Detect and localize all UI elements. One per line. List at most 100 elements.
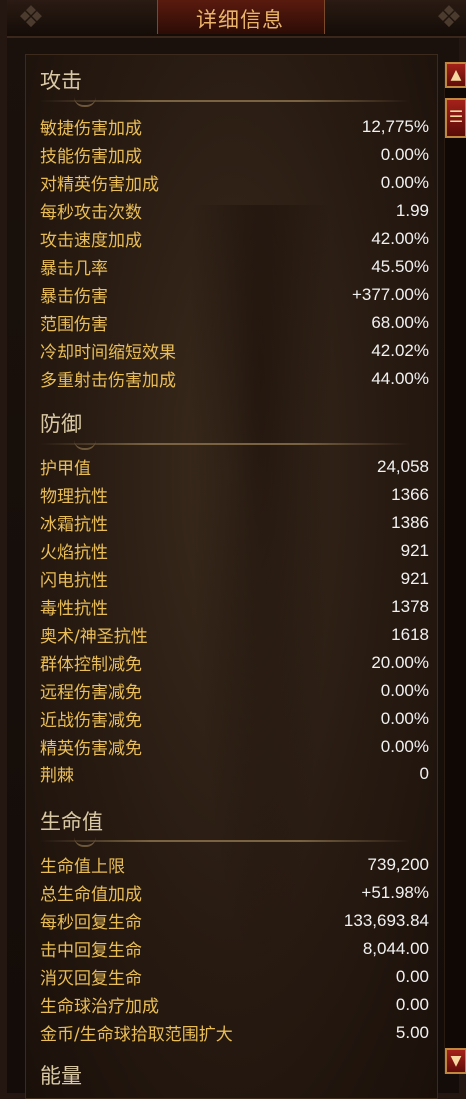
stat-value: 0.00 — [395, 994, 429, 1014]
stat-label: 多重射击伤害加成 — [40, 371, 176, 391]
stat-value: 1366 — [391, 484, 429, 504]
stat-value: 1.99 — [395, 200, 429, 220]
stat-value: 133,693.84 — [343, 910, 429, 930]
details-window: ❖ 详细信息 ❖ 攻击 敏捷伤害加成 12,775% 技能伤害加成 0.00% 对精… — [0, 0, 466, 1099]
window-title: 详细信息 — [196, 8, 284, 32]
stat-label: 远程伤害减免 — [40, 683, 142, 703]
stat-label: 总生命值加成 — [40, 885, 142, 905]
stat-row: 精英伤害减免 0.00% — [40, 733, 429, 760]
section-title-attack: 攻击 — [40, 69, 82, 93]
stat-row: 荆棘 0 — [40, 760, 429, 787]
stat-row: 生命球治疗加成 0.00 — [40, 991, 429, 1018]
stat-value: 921 — [400, 540, 429, 560]
stat-row: 金币/生命球拾取范围扩大 5.00 — [40, 1019, 429, 1046]
stat-value: 5.00 — [395, 1022, 429, 1042]
stat-label: 冷却时间缩短效果 — [40, 343, 176, 363]
stat-value: 0.00% — [380, 680, 429, 700]
stat-label: 每秒攻击次数 — [40, 203, 142, 223]
stat-row: 多重射击伤害加成 44.00% — [40, 365, 429, 392]
stat-value: 45.50% — [371, 256, 429, 276]
stat-value: 68.00% — [371, 312, 429, 332]
stat-label: 奥术/神圣抗性 — [40, 627, 148, 647]
stat-label: 毒性抗性 — [40, 599, 108, 619]
stat-label: 冰霜抗性 — [40, 515, 108, 535]
stat-value: 42.02% — [371, 340, 429, 360]
stat-value: 739,200 — [367, 854, 429, 874]
stat-value: 921 — [400, 568, 429, 588]
stat-label: 近战伤害减免 — [40, 711, 142, 731]
stat-label: 精英伤害减免 — [40, 739, 142, 759]
stat-value: 20.00% — [371, 652, 429, 672]
scrollbar[interactable]: ▲ ☰ ▼ — [444, 62, 466, 1074]
stat-value: 0 — [419, 763, 429, 783]
stat-value: 0.00% — [380, 172, 429, 192]
stat-value: 0.00% — [380, 144, 429, 164]
stat-label: 生命值上限 — [40, 857, 125, 877]
stat-value: 1386 — [391, 512, 429, 532]
stat-label: 对精英伤害加成 — [40, 175, 159, 195]
stat-row: 群体控制减免 20.00% — [40, 649, 429, 676]
stat-row: 毒性抗性 1378 — [40, 593, 429, 620]
stat-row: 技能伤害加成 0.00% — [40, 141, 429, 168]
section-divider — [40, 840, 410, 847]
stat-value: 44.00% — [371, 368, 429, 388]
section-title-resource-partial: 能量 — [40, 1064, 82, 1088]
stat-row: 范围伤害 68.00% — [40, 309, 429, 336]
stat-row: 击中回复生命 8,044.00 — [40, 935, 429, 962]
stat-label: 攻击速度加成 — [40, 231, 142, 251]
stat-value: +51.98% — [361, 882, 429, 902]
stat-label: 金币/生命球拾取范围扩大 — [40, 1025, 233, 1045]
stat-value: 42.00% — [371, 228, 429, 248]
stat-label: 生命球治疗加成 — [40, 997, 159, 1017]
stat-label: 闪电抗性 — [40, 571, 108, 591]
stat-label: 范围伤害 — [40, 315, 108, 335]
title-bar: ❖ 详细信息 ❖ — [7, 0, 466, 38]
stat-label: 暴击伤害 — [40, 287, 108, 307]
scroll-thumb[interactable]: ☰ — [445, 98, 466, 138]
stat-value: 1378 — [391, 596, 429, 616]
stat-row: 生命值上限 739,200 — [40, 851, 429, 878]
scroll-down-icon[interactable]: ▼ — [445, 1048, 466, 1074]
stat-label: 火焰抗性 — [40, 543, 108, 563]
stat-row: 闪电抗性 921 — [40, 565, 429, 592]
scroll-up-icon[interactable]: ▲ — [445, 62, 466, 88]
stats-panel[interactable]: 攻击 敏捷伤害加成 12,775% 技能伤害加成 0.00% 对精英伤害加成 0.00… — [25, 54, 438, 1099]
stat-label: 技能伤害加成 — [40, 147, 142, 167]
stat-row: 远程伤害减免 0.00% — [40, 677, 429, 704]
stat-row: 攻击速度加成 42.00% — [40, 225, 429, 252]
stat-row: 每秒攻击次数 1.99 — [40, 197, 429, 224]
stat-row: 护甲值 24,058 — [40, 453, 429, 480]
stat-value: 0.00% — [380, 708, 429, 728]
stat-label: 群体控制减免 — [40, 655, 142, 675]
stat-row: 对精英伤害加成 0.00% — [40, 169, 429, 196]
stat-value: 12,775% — [361, 116, 429, 136]
stat-value: 0.00 — [395, 966, 429, 986]
stat-row: 消灭回复生命 0.00 — [40, 963, 429, 990]
stat-row: 暴击几率 45.50% — [40, 253, 429, 280]
stat-value: 8,044.00 — [362, 938, 429, 958]
stat-label: 击中回复生命 — [40, 941, 142, 961]
section-title-defense: 防御 — [40, 412, 82, 436]
stat-value: 1618 — [391, 624, 429, 644]
stat-label: 暴击几率 — [40, 259, 108, 279]
stat-row: 每秒回复生命 133,693.84 — [40, 907, 429, 934]
stat-row: 总生命值加成 +51.98% — [40, 879, 429, 906]
stat-row: 暴击伤害 +377.00% — [40, 281, 429, 308]
stat-row: 火焰抗性 921 — [40, 537, 429, 564]
stat-row: 物理抗性 1366 — [40, 481, 429, 508]
stat-label: 消灭回复生命 — [40, 969, 142, 989]
section-divider — [40, 100, 410, 107]
section-title-life: 生命值 — [40, 810, 103, 834]
stat-value: 24,058 — [377, 456, 429, 476]
stat-row: 奥术/神圣抗性 1618 — [40, 621, 429, 648]
stat-value: +377.00% — [351, 284, 429, 304]
stat-label: 物理抗性 — [40, 487, 108, 507]
stat-row: 冷却时间缩短效果 42.02% — [40, 337, 429, 364]
stat-label: 荆棘 — [40, 766, 74, 786]
stat-row: 近战伤害减免 0.00% — [40, 705, 429, 732]
stat-label: 护甲值 — [40, 459, 91, 479]
stat-value: 0.00% — [380, 736, 429, 756]
section-divider — [40, 443, 410, 450]
stat-label: 敏捷伤害加成 — [40, 119, 142, 139]
ornament-corner-right-icon: ❖ — [435, 0, 463, 35]
